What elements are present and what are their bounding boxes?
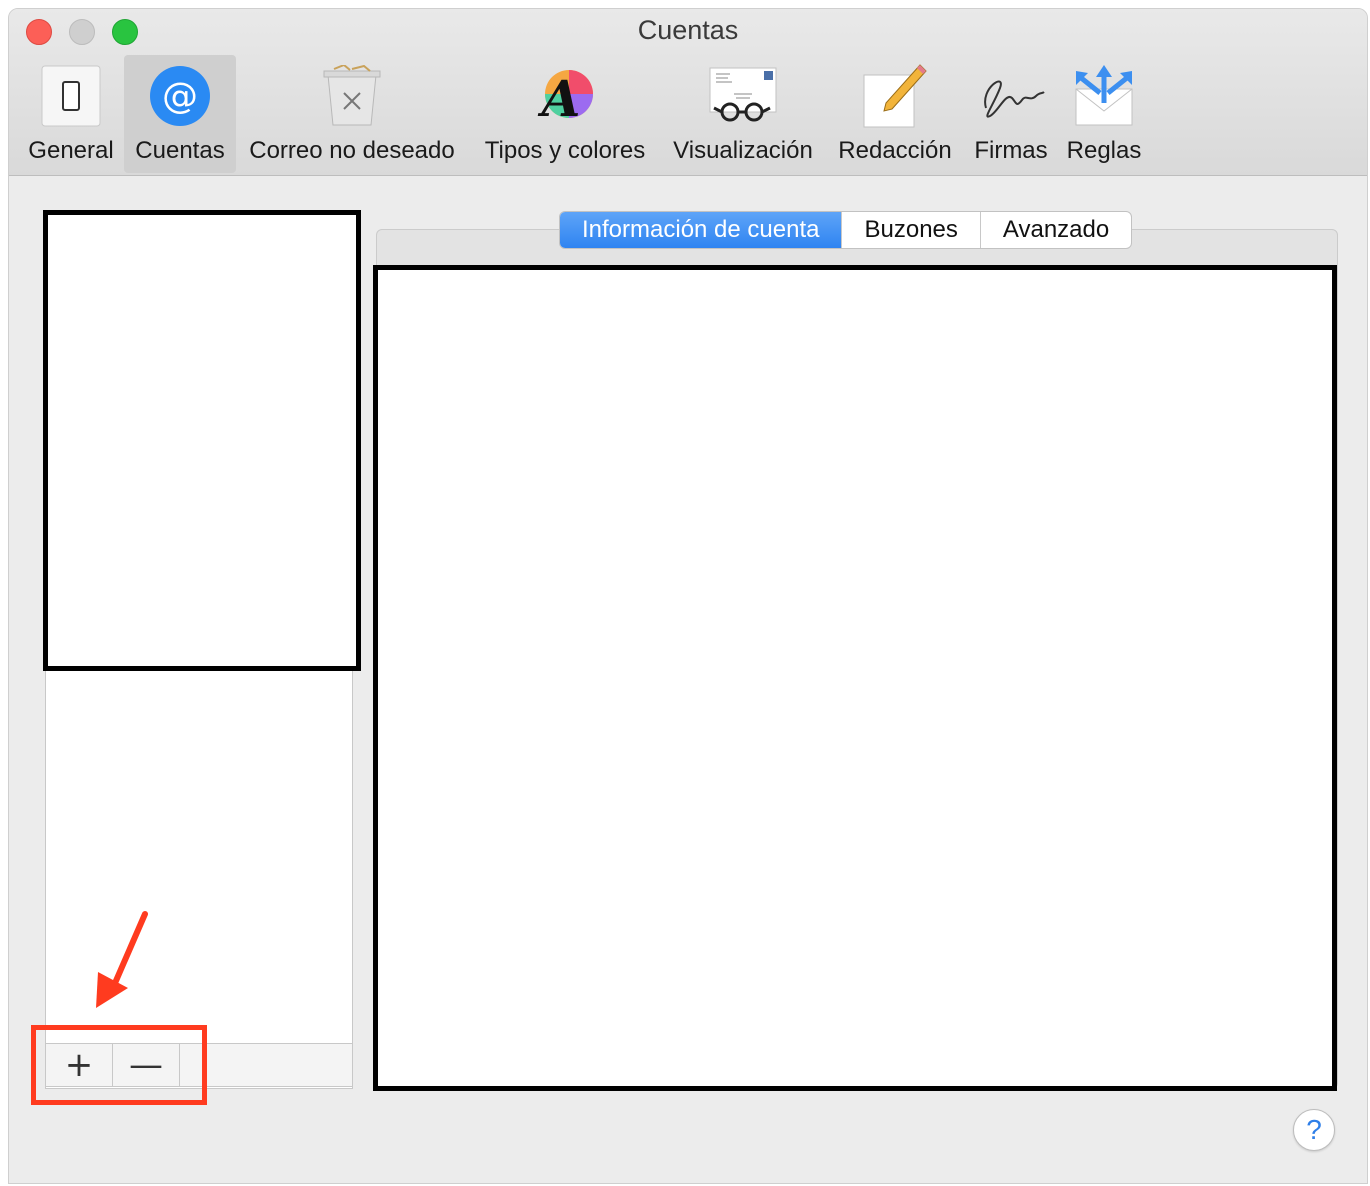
font-color-wheel-icon: A <box>530 61 600 131</box>
tab-avanzado[interactable]: Avanzado <box>981 212 1131 248</box>
preferences-window: Cuentas General @ Cuentas Correo no dese… <box>8 8 1368 1184</box>
svg-text:A: A <box>538 69 581 128</box>
signature-icon <box>976 61 1046 131</box>
pencil-paper-icon <box>860 61 930 131</box>
trash-can-icon <box>317 61 387 131</box>
toolbar-item-cuentas[interactable]: @ Cuentas <box>124 55 236 173</box>
toolbar-item-redaccion[interactable]: Redacción <box>833 55 957 173</box>
toolbar-item-visualizacion[interactable]: Visualización <box>665 55 821 173</box>
tab-informacion-de-cuenta[interactable]: Información de cuenta <box>560 212 843 248</box>
annotation-arrow-icon <box>96 911 148 1008</box>
at-sign-icon: @ <box>145 61 215 131</box>
toolbar-item-correo-no-deseado[interactable]: Correo no deseado <box>241 55 463 173</box>
toolbar: Cuentas General @ Cuentas Correo no dese… <box>9 9 1367 176</box>
annotation-highlight-box <box>31 1025 207 1105</box>
toolbar-item-reglas[interactable]: Reglas <box>1063 55 1145 173</box>
help-button[interactable]: ? <box>1293 1109 1335 1151</box>
accounts-list-redaction-box <box>43 210 361 671</box>
account-details-redaction-box <box>373 265 1337 1091</box>
toolbar-item-general[interactable]: General <box>19 55 123 173</box>
toolbar-item-firmas[interactable]: Firmas <box>967 55 1055 173</box>
svg-text:@: @ <box>162 76 198 117</box>
tab-buzones[interactable]: Buzones <box>842 212 981 248</box>
toolbar-item-tipos-y-colores[interactable]: A Tipos y colores <box>475 55 655 173</box>
window-title: Cuentas <box>637 15 739 45</box>
switch-icon <box>36 61 106 131</box>
envelope-glasses-icon <box>708 61 778 131</box>
envelope-arrows-icon <box>1069 61 1139 131</box>
account-tabs: Información de cuenta Buzones Avanzado <box>559 211 1133 249</box>
